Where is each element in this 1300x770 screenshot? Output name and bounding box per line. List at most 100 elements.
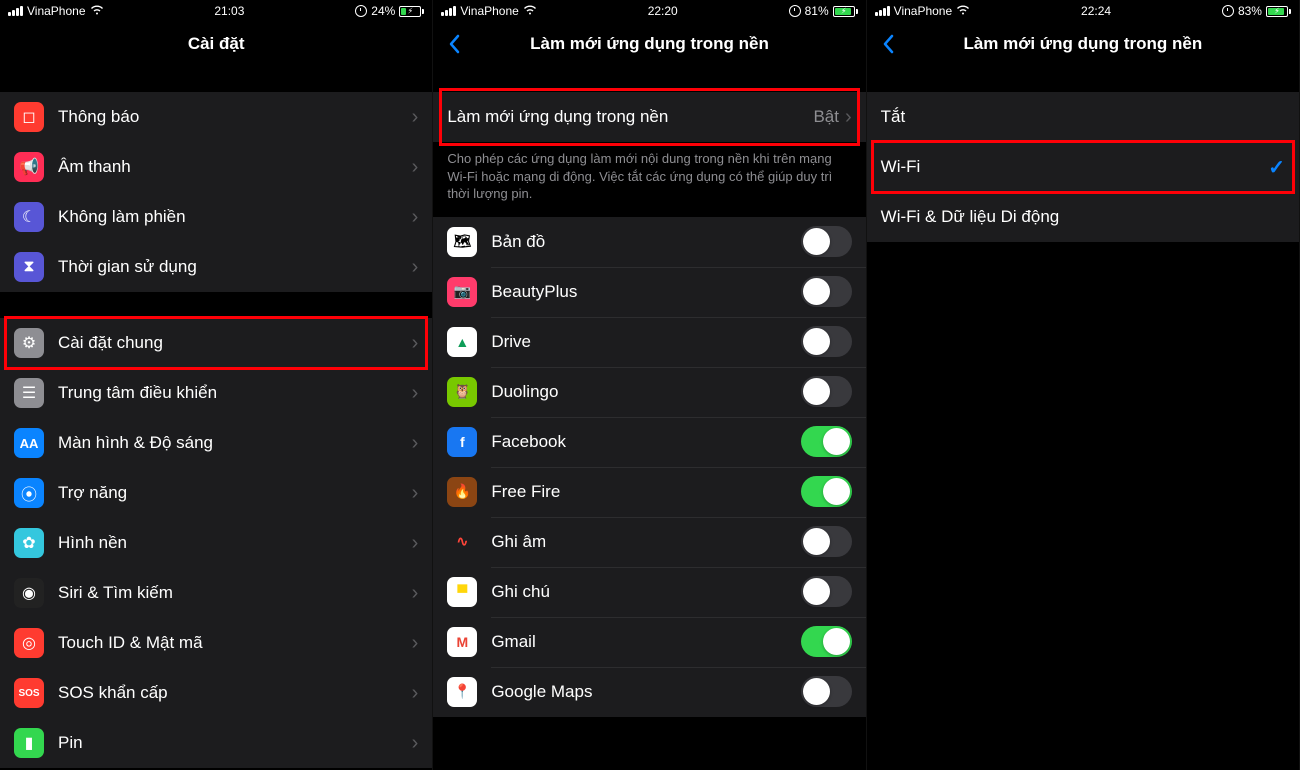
app-refresh-row: 📍Google Maps [433,667,865,717]
back-button[interactable] [873,29,903,59]
settings-row[interactable]: ⧗Thời gian sử dụng› [0,242,432,292]
app-refresh-toggle[interactable] [801,276,852,307]
chevron-right-icon: › [412,332,419,355]
settings-row[interactable]: 📢Âm thanh› [0,142,432,192]
row-label: Touch ID & Mật mã [58,633,412,653]
settings-row[interactable]: ▮Pin› [0,718,432,768]
app-refresh-toggle[interactable] [801,426,852,457]
signal-icon [441,6,456,16]
app-refresh-toggle[interactable] [801,376,852,407]
master-refresh-row[interactable]: Làm mới ứng dụng trong nền Bật › [433,92,865,142]
moon-icon: ☾ [14,202,44,232]
option-label: Wi-Fi & Dữ liệu Di động [881,207,1285,227]
row-label: Cài đặt chung [58,333,412,353]
status-time: 22:24 [1081,4,1111,18]
sound-icon: 📢 [14,152,44,182]
chevron-right-icon: › [412,106,419,129]
page-title: Cài đặt [188,34,245,54]
status-time: 21:03 [214,4,244,18]
row-label: SOS khẩn cấp [58,683,412,703]
settings-row[interactable]: ◎Touch ID & Mật mã› [0,618,432,668]
display-icon: AA [14,428,44,458]
row-label: Trung tâm điều khiển [58,383,412,403]
battery-icon: ⚡︎ [833,6,858,17]
app-label: Drive [491,332,800,352]
app-refresh-toggle[interactable] [801,226,852,257]
sos-icon: SOS [14,678,44,708]
battery-icon: ⚡︎ [1266,6,1291,17]
screen-background-refresh: VinaPhone 22:20 81% ⚡︎ Làm mới ứng dụng … [433,0,866,770]
hourglass-icon: ⧗ [14,252,44,282]
settings-list[interactable]: ◻Thông báo›📢Âm thanh›☾Không làm phiền›⧗T… [0,66,432,770]
app-label: Ghi chú [491,582,800,602]
alarm-icon [789,5,801,17]
alarm-icon [355,5,367,17]
chevron-right-icon: › [412,382,419,405]
refresh-mode-option[interactable]: Wi-Fi✓ [867,142,1299,192]
app-refresh-toggle[interactable] [801,526,852,557]
app-label: Gmail [491,632,800,652]
mode-options: TắtWi-Fi✓ Wi-Fi & Dữ liệu Di động [867,66,1299,770]
chevron-right-icon: › [412,482,419,505]
settings-row[interactable]: ◉Siri & Tìm kiếm› [0,568,432,618]
app-label: Facebook [491,432,800,452]
battery-pct: 81% [805,4,829,18]
header: Làm mới ứng dụng trong nền [867,22,1299,66]
app-icon: 🔥 [447,477,477,507]
app-icon: 📍 [447,677,477,707]
control-icon: ☰ [14,378,44,408]
signal-icon [8,6,23,16]
app-refresh-row: MGmail [433,617,865,667]
wifi-icon [956,4,970,18]
screen-settings: VinaPhone 21:03 24% ⚡︎ Cài đặt ◻ Thông bá… [0,0,433,770]
refresh-mode-option[interactable]: Tắt [867,92,1299,142]
row-label: Thời gian sử dụng [58,257,412,277]
gear-icon: ⚙ [14,328,44,358]
settings-row[interactable]: AAMàn hình & Độ sáng› [0,418,432,468]
app-label: Free Fire [491,482,800,502]
app-refresh-row: 🗺Bản đồ [433,217,865,267]
app-icon: ▀ [447,577,477,607]
app-label: Bản đồ [491,232,800,252]
app-refresh-toggle[interactable] [801,326,852,357]
settings-row[interactable]: ⚙ Cài đặt chung› [0,318,432,368]
screen-refresh-mode: VinaPhone 22:24 83% ⚡︎ Làm mới ứng dụng … [867,0,1300,770]
settings-row[interactable]: ⦿Trợ năng› [0,468,432,518]
row-label: Không làm phiền [58,207,412,227]
app-refresh-toggle[interactable] [801,576,852,607]
app-refresh-toggle[interactable] [801,476,852,507]
app-refresh-toggle[interactable] [801,676,852,707]
settings-row[interactable]: ✿Hình nền› [0,518,432,568]
back-button[interactable] [439,29,469,59]
battery-pct: 83% [1238,4,1262,18]
battery-icon: ⚡︎ [399,6,424,17]
settings-row[interactable]: ◻ Thông báo› [0,92,432,142]
settings-row[interactable]: ☰ Trung tâm điều khiển› [0,368,432,418]
app-refresh-toggle[interactable] [801,626,852,657]
option-label: Wi-Fi [881,157,1269,177]
battery-pct: 24% [371,4,395,18]
row-label: Màn hình & Độ sáng [58,433,412,453]
app-refresh-row: 🔥 Free Fire [433,467,865,517]
app-icon: 📷 [447,277,477,307]
refresh-mode-option[interactable]: Wi-Fi & Dữ liệu Di động [867,192,1299,242]
carrier-label: VinaPhone [27,4,86,18]
access-icon: ⦿ [14,478,44,508]
status-bar: VinaPhone 22:24 83% ⚡︎ [867,0,1299,22]
app-label: BeautyPlus [491,282,800,302]
notif-icon: ◻ [14,102,44,132]
status-bar: VinaPhone 22:20 81% ⚡︎ [433,0,865,22]
siri-icon: ◉ [14,578,44,608]
chevron-right-icon: › [412,206,419,229]
settings-row[interactable]: ☾ Không làm phiền› [0,192,432,242]
app-refresh-list[interactable]: Làm mới ứng dụng trong nền Bật › Cho phé… [433,66,865,770]
row-label: Thông báo [58,107,412,127]
chevron-right-icon: › [412,532,419,555]
app-icon: ▲ [447,327,477,357]
status-bar: VinaPhone 21:03 24% ⚡︎ [0,0,432,22]
chevron-right-icon: › [412,682,419,705]
row-label: Siri & Tìm kiếm [58,583,412,603]
master-label: Làm mới ứng dụng trong nền [447,107,813,127]
settings-row[interactable]: SOS SOS khẩn cấp› [0,668,432,718]
footer-explainer: Cho phép các ứng dụng làm mới nội dung t… [433,142,865,217]
